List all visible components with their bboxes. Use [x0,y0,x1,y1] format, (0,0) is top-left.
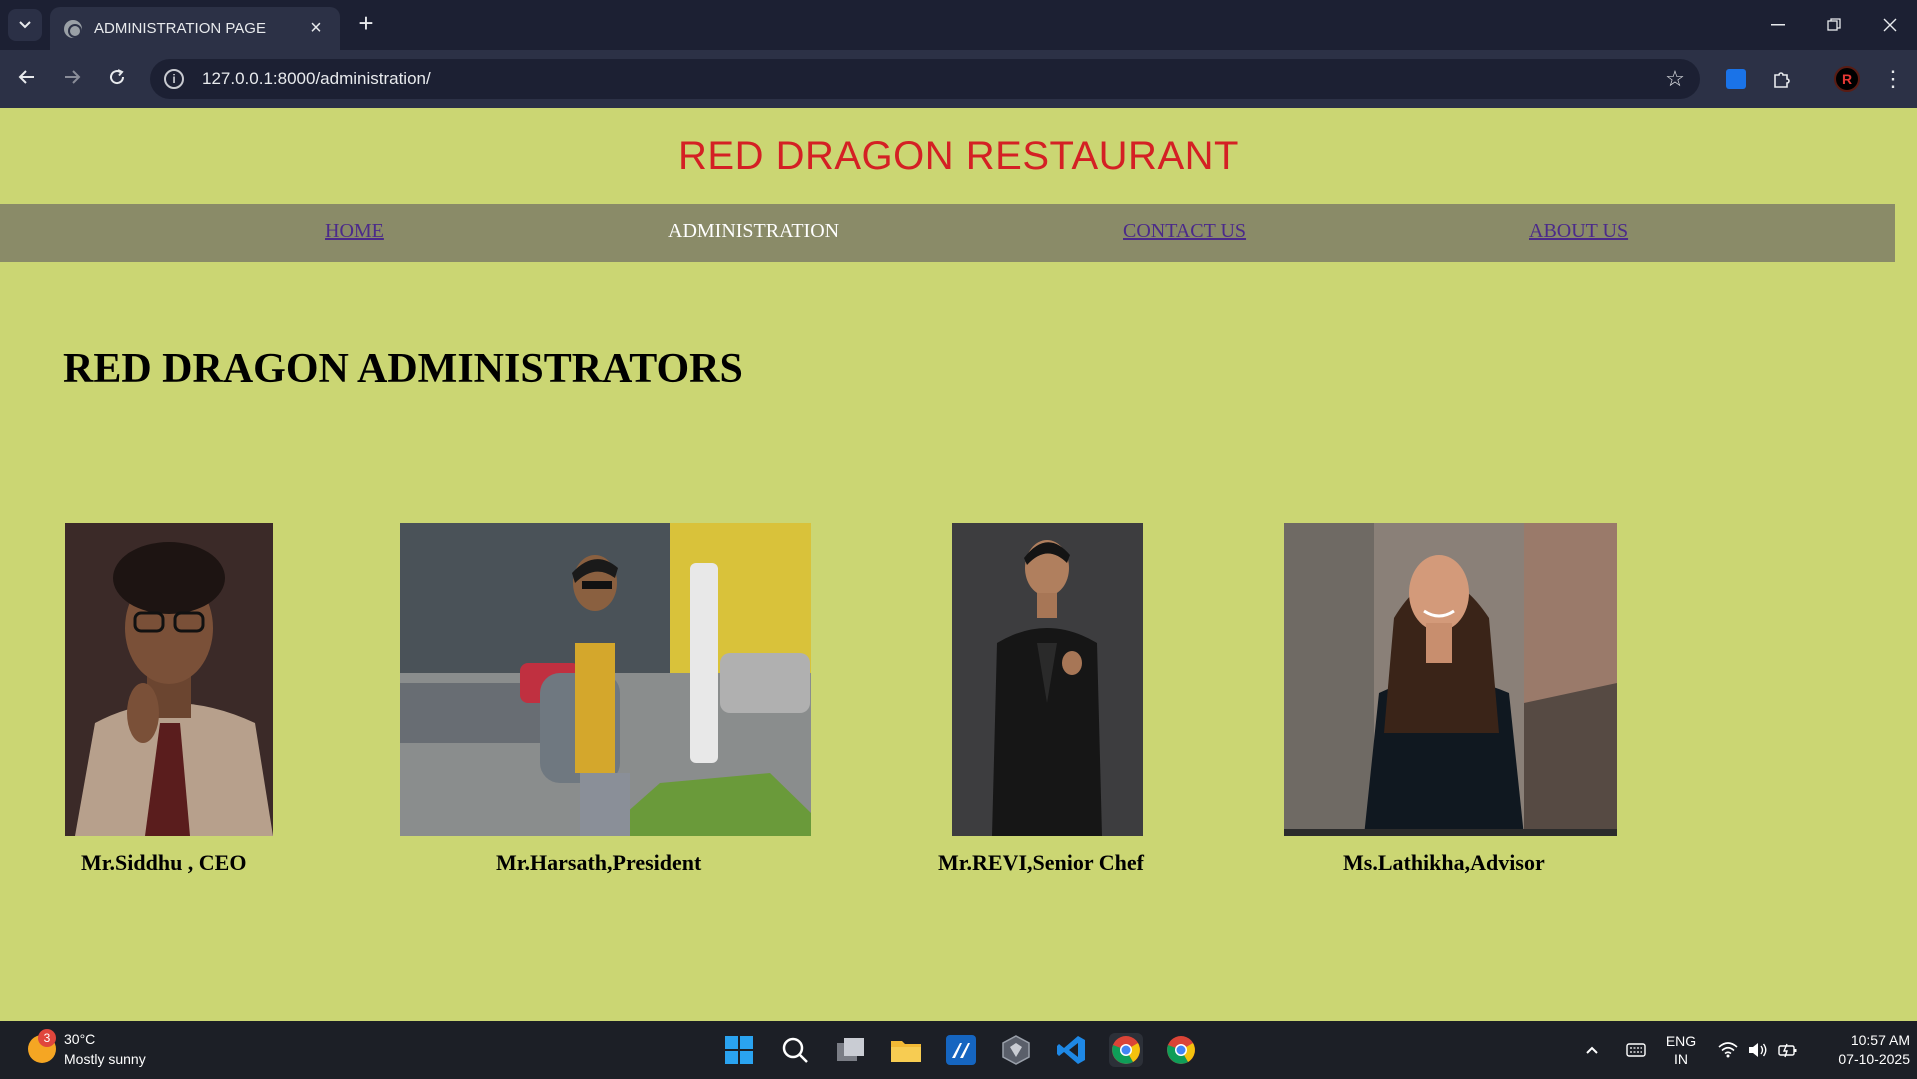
weather-temperature[interactable]: 30°C [64,1031,95,1047]
admin-photo-ceo [65,523,273,836]
show-hidden-icons-button[interactable] [1578,1021,1606,1079]
admin-caption: Ms.Lathikha,Advisor [1343,850,1545,875]
admin-photo-senior-chef [952,523,1143,836]
chevron-up-icon [1586,1046,1598,1054]
browser-tab-strip: ADMINISTRATION PAGE × + [0,0,1917,50]
region-code: IN [1674,1051,1688,1067]
globe-icon [64,19,82,38]
language-indicator[interactable]: ENG IN [1660,1021,1702,1079]
search-icon [782,1037,808,1063]
browser-tab-active[interactable]: ADMINISTRATION PAGE × [50,7,340,50]
site-navbar: HOME ADMINISTRATION CONTACT US ABOUT US [0,204,1895,262]
reload-button[interactable] [102,64,132,94]
close-window-button[interactable] [1862,0,1917,50]
language-code: ENG [1665,1033,1697,1049]
close-tab-icon[interactable]: × [306,17,326,40]
chrome-profile-button[interactable] [1109,1033,1143,1067]
taskbar-app-button[interactable] [944,1033,978,1067]
chrome-icon [1167,1036,1195,1064]
page-content: RED DRAGON RESTAURANT HOME ADMINISTRATIO… [0,108,1917,1021]
address-bar[interactable]: i 127.0.0.1:8000/administration/ ☆ [150,59,1700,99]
minimize-icon [1771,24,1785,26]
clock[interactable]: 10:57 AM 07-10-2025 [1810,1021,1910,1079]
folder-icon [891,1041,921,1062]
keyboard-icon[interactable] [1620,1021,1652,1079]
forward-button[interactable] [57,64,87,94]
taskbar-search-button[interactable] [778,1033,812,1067]
clock-time: 10:57 AM [1850,1032,1910,1048]
taskbar-app-button[interactable] [999,1033,1033,1067]
vscode-button[interactable] [1054,1033,1088,1067]
battery-icon[interactable] [1774,1021,1802,1079]
browser-toolbar: i 127.0.0.1:8000/administration/ ☆ R ⋮ [0,50,1917,108]
back-button[interactable] [12,64,42,94]
nav-about-link[interactable]: ABOUT US [1529,220,1628,243]
admin-caption: Mr.REVI,Senior Chef [938,850,1144,875]
windows-taskbar: 3 30°C Mostly sunny ENG IN 10:57 AM 07-1… [0,1021,1917,1079]
arrow-left-icon [18,70,34,84]
admin-photo-president [400,523,811,836]
extension-cast-icon[interactable] [1726,69,1746,89]
puzzle-icon [1774,72,1790,88]
admin-caption: Mr.Siddhu , CEO [81,850,247,875]
admin-caption: Mr.Harsath,President [496,850,702,875]
nav-administration-link[interactable]: ADMINISTRATION [668,220,839,243]
windows-logo-icon [725,1036,753,1064]
file-explorer-button[interactable] [889,1033,923,1067]
arrow-right-icon [65,70,81,84]
clock-date: 07-10-2025 [1838,1051,1910,1067]
nav-contact-link[interactable]: CONTACT US [1123,220,1246,243]
wifi-icon[interactable] [1714,1021,1742,1079]
bookmark-star-icon[interactable]: ☆ [1650,66,1700,92]
close-icon [1883,18,1897,32]
administrators-heading: RED DRAGON ADMINISTRATORS [63,346,743,392]
browser-menu-icon[interactable]: ⋮ [1878,64,1908,94]
hexagon-app-icon [1002,1035,1030,1065]
tab-search-button[interactable] [8,9,42,41]
task-view-icon [837,1038,864,1061]
new-tab-button[interactable]: + [352,10,380,38]
tab-title: ADMINISTRATION PAGE [94,20,266,37]
site-title: RED DRAGON RESTAURANT [678,134,1239,178]
chrome-icon [1112,1036,1140,1064]
reload-icon [110,69,125,85]
volume-icon[interactable] [1744,1021,1772,1079]
extensions-puzzle-icon[interactable] [1767,64,1797,94]
restore-button[interactable] [1806,0,1862,50]
profile-avatar[interactable]: R [1834,66,1860,92]
restore-icon [1827,18,1841,31]
app-logo-icon [946,1035,976,1065]
vscode-icon [1057,1036,1085,1064]
chrome-button[interactable] [1164,1033,1198,1067]
admin-photo-advisor [1284,523,1617,836]
task-view-button[interactable] [834,1033,868,1067]
minimize-button[interactable] [1750,0,1806,50]
weather-badge: 3 [38,1029,56,1047]
weather-description[interactable]: Mostly sunny [64,1051,146,1067]
url-text[interactable]: 127.0.0.1:8000/administration/ [202,69,1650,89]
site-info-icon[interactable]: i [164,69,184,89]
nav-home-link[interactable]: HOME [325,220,384,243]
start-button[interactable] [722,1033,756,1067]
chevron-down-icon [19,21,31,29]
